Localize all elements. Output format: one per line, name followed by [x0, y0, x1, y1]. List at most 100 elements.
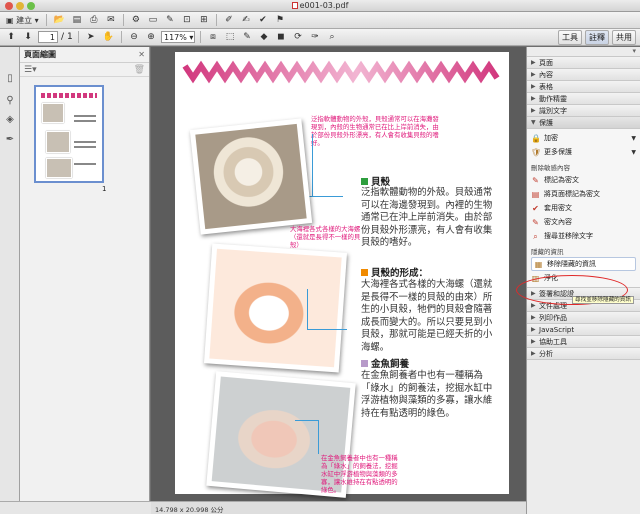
- page-number-input[interactable]: 1: [38, 31, 58, 43]
- item-label: 將頁面標記為密文: [544, 190, 600, 198]
- page-thumbnails-icon[interactable]: ▯: [5, 73, 15, 84]
- attach-button[interactable]: ⊞: [197, 14, 211, 27]
- heading-text: 金魚飼養: [371, 359, 410, 370]
- options-menu-icon[interactable]: ☰▾: [24, 65, 37, 75]
- sign-pen-icon: ✐: [225, 15, 233, 25]
- section-protect[interactable]: ▼ 保護: [527, 117, 640, 129]
- sign-fill-button[interactable]: ✍: [239, 14, 253, 27]
- goldfish-photo: [203, 243, 348, 373]
- zoom-level-select[interactable]: 117% ▾: [161, 31, 195, 43]
- document-area[interactable]: 泛指軟體動物的外殼，貝殼通常可以在海灘發現到，內殼的生物通常已在比上岸前消失，由…: [151, 47, 526, 501]
- stamp-button[interactable]: ⊡: [180, 14, 194, 27]
- save-icon: ▤: [72, 15, 82, 25]
- highlight-button[interactable]: ✎: [163, 14, 177, 27]
- section-sections_top-4[interactable]: ▶ 識別文字: [527, 105, 640, 117]
- encrypt-item[interactable]: 🔒 加密 ▼: [531, 131, 636, 145]
- collapsed-triangle-icon: ▶: [531, 302, 536, 309]
- up-arrow-icon: ⬆: [7, 32, 15, 42]
- item-label: 加密: [544, 134, 558, 142]
- section-sections_bottom-4[interactable]: ▶ 協助工具: [527, 336, 640, 348]
- section-body: 泛指軟體動物的外殼。貝殼通常可以在海邊發現到。內裡的生物通常已在沖上岸前消失。由…: [361, 187, 493, 249]
- comment-button[interactable]: ▭: [146, 14, 160, 27]
- section-label: 表格: [539, 82, 553, 91]
- email-button[interactable]: ✉: [104, 14, 118, 27]
- hand-icon: ✋: [102, 32, 114, 42]
- more-protect-item[interactable]: 🛡 更多保護 ▼: [531, 145, 636, 159]
- section-sections_top-3[interactable]: ▶ 動作精靈: [527, 93, 640, 105]
- paperclip-icon[interactable]: ⚲: [5, 95, 15, 106]
- signature-icon[interactable]: ✒: [5, 134, 15, 145]
- page-size-readout: 14.798 x 20.998 公分: [155, 506, 224, 514]
- section-sections_top-2[interactable]: ▶ 表格: [527, 81, 640, 93]
- redact-mark-item[interactable]: ✎ 標記為密文: [531, 173, 636, 187]
- comments-list-button[interactable]: ◼: [274, 31, 288, 44]
- bucket-icon: ◆: [260, 32, 268, 42]
- pdf-page: 泛指軟體動物的外殼，貝殼通常可以在海灘發現到，內殼的生物通常已在比上岸前消失，由…: [175, 52, 509, 498]
- heading-text: 貝殼: [371, 177, 391, 188]
- remove-hidden-info-item[interactable]: ▦ 移除隱藏的資訊: [531, 257, 636, 271]
- certify-icon: ✔: [259, 15, 267, 25]
- collapsed-triangle-icon: ▶: [531, 83, 536, 90]
- page-thumbnail[interactable]: [34, 85, 104, 183]
- section-sections_bottom-3[interactable]: ▶ JavaScript: [527, 324, 640, 336]
- connector-line: [307, 289, 308, 329]
- create-icon: ▣: [6, 15, 14, 25]
- section-body: 大海裡各式各樣的大海螺（還就是長得不一樣的貝殼的由來）所生的小貝殼，牠們的貝殼會…: [361, 279, 493, 353]
- fit-page-button[interactable]: ⧈: [206, 31, 220, 44]
- search-remove-item[interactable]: ⌕ 搜尋並移除文字: [531, 229, 636, 243]
- section-sections_bottom-5[interactable]: ▶ 分析: [527, 348, 640, 360]
- layers-icon[interactable]: ◈: [5, 114, 15, 125]
- print-button[interactable]: ⎙: [87, 14, 101, 27]
- settings-button[interactable]: ⚙: [129, 14, 143, 27]
- redact-props-icon: ✎: [532, 217, 539, 227]
- sign-doc-icon: ✑: [311, 32, 319, 42]
- fill-sign-button[interactable]: ✎: [240, 31, 254, 44]
- item-label: 標記為密文: [544, 176, 579, 184]
- section-sections_top-0[interactable]: ▶ 頁面: [527, 57, 640, 69]
- separator: [200, 31, 201, 43]
- redact-pages-item[interactable]: ▤ 將頁面標記為密文: [531, 187, 636, 201]
- section-sections_bottom-2[interactable]: ▶ 列印作品: [527, 312, 640, 324]
- rotate-button[interactable]: ⟳: [291, 31, 305, 44]
- redact-icon: ✎: [532, 175, 539, 185]
- section-label: 識別文字: [539, 106, 567, 115]
- redaction-properties-item[interactable]: ✎ 密文內容: [531, 215, 636, 229]
- chevron-down-icon: ▼: [631, 134, 636, 142]
- shield-icon: 🛡: [531, 147, 542, 157]
- next-page-button[interactable]: ⬇: [21, 31, 35, 44]
- left-status-area: [0, 501, 151, 514]
- find-button[interactable]: ⌕: [325, 31, 339, 44]
- collapsed-triangle-icon: ▶: [531, 71, 536, 78]
- apply-redaction-item[interactable]: ✔ 套用密文: [531, 201, 636, 215]
- markup-button[interactable]: ◆: [257, 31, 271, 44]
- save-button[interactable]: ▤: [70, 14, 84, 27]
- prev-page-button[interactable]: ⬆: [4, 31, 18, 44]
- redact-page-icon: ▤: [531, 189, 540, 199]
- tools-link[interactable]: 工具: [558, 30, 582, 45]
- open-button[interactable]: 📂: [52, 14, 67, 27]
- zoom-in-button[interactable]: ⊕: [144, 31, 158, 44]
- create-button[interactable]: ▣ 建立 ▾: [4, 14, 41, 27]
- certify-button[interactable]: ✔: [256, 14, 270, 27]
- zoom-out-button[interactable]: ⊖: [127, 31, 141, 44]
- thumbnail-text: [74, 163, 96, 165]
- close-pane-icon[interactable]: ✕: [138, 50, 145, 59]
- sign-button[interactable]: ✐: [222, 14, 236, 27]
- share-link[interactable]: 共用: [612, 30, 636, 45]
- select-tool-button[interactable]: ➤: [84, 31, 98, 44]
- fit-width-button[interactable]: ⬚: [223, 31, 237, 44]
- cursor-icon: ➤: [87, 32, 95, 42]
- pane-options[interactable]: ▾: [527, 47, 640, 57]
- highlight-icon: ✎: [166, 15, 174, 25]
- heading-marker: [361, 177, 368, 185]
- attach-icon: ⊞: [200, 15, 208, 25]
- sign-doc-button[interactable]: ✑: [308, 31, 322, 44]
- hand-tool-button[interactable]: ✋: [101, 31, 116, 44]
- rotate-icon: ⟳: [294, 32, 302, 42]
- connector-line: [307, 329, 347, 330]
- comment-link[interactable]: 註釋: [585, 30, 609, 45]
- section-sections_top-1[interactable]: ▶ 內容: [527, 69, 640, 81]
- flag-button[interactable]: ⚑: [273, 14, 287, 27]
- connector-line: [312, 134, 313, 196]
- trash-icon[interactable]: 🗑: [134, 65, 145, 75]
